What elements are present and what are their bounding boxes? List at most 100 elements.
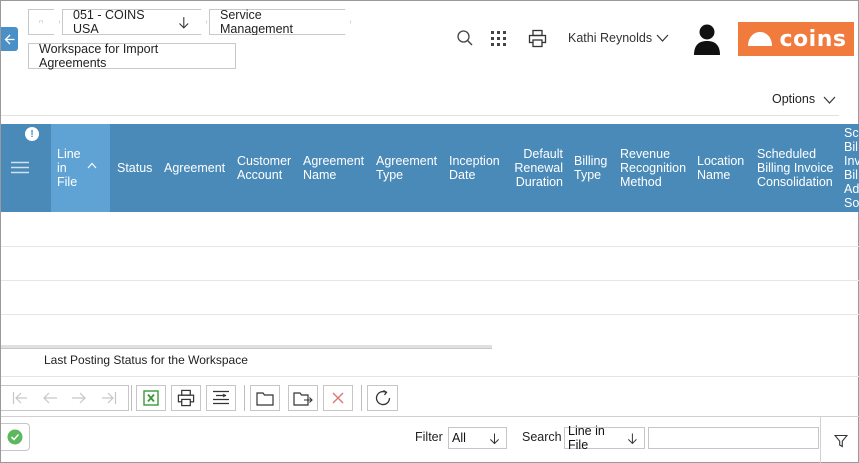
folder-arrow-icon: [293, 391, 313, 406]
table-row-divider: [1, 246, 859, 247]
search-field-value: Line in File: [568, 424, 605, 452]
column-chooser-button[interactable]: [206, 385, 236, 411]
delete-button[interactable]: [323, 385, 353, 411]
col-header-label: Location Name: [697, 154, 745, 182]
close-icon: [332, 392, 344, 404]
previous-page-icon[interactable]: [42, 391, 58, 405]
header-divider: [1, 115, 839, 116]
printer-icon: [177, 389, 195, 407]
filter-funnel-icon: [833, 434, 848, 447]
col-header-billing-type[interactable]: Billing Type: [574, 124, 607, 212]
pager-group: [1, 385, 129, 411]
export-excel-button[interactable]: [136, 385, 166, 411]
logo-text: coins: [779, 26, 847, 52]
user-silhouette-icon: [694, 24, 720, 55]
col-header-scheduled-billing-truncated[interactable]: SchBilInvBilAdSo: [844, 124, 859, 212]
search-input[interactable]: [648, 427, 819, 449]
refresh-button[interactable]: [367, 385, 398, 411]
toolbar-separator: [244, 385, 245, 411]
refresh-icon: [375, 389, 390, 406]
avatar[interactable]: [691, 22, 723, 56]
col-header-status[interactable]: Status: [117, 124, 152, 212]
posting-status-text: Last Posting Status for the Workspace: [44, 353, 248, 367]
advanced-filter-button[interactable]: [820, 417, 859, 463]
search-field-select[interactable]: Line in File: [564, 424, 645, 452]
print-grid-button[interactable]: [171, 385, 201, 411]
ok-button[interactable]: [1, 423, 30, 451]
print-button[interactable]: [528, 29, 547, 48]
arrow-down-icon: [628, 433, 638, 444]
home-frame-icon: [39, 16, 43, 28]
excel-icon: [143, 390, 159, 406]
col-header-location-name[interactable]: Location Name: [697, 124, 744, 212]
hardhat-logo-icon: [747, 32, 772, 46]
info-badge[interactable]: !: [25, 127, 39, 141]
filter-select[interactable]: All: [448, 427, 507, 449]
search-button[interactable]: [456, 29, 474, 47]
arrow-down-icon: [490, 432, 499, 444]
col-header-line-in-file[interactable]: Line in File: [51, 124, 110, 212]
printer-icon: [528, 29, 547, 48]
breadcrumb-module-label: Service Management: [220, 8, 293, 36]
col-header-scheduled-billing-invoice-consolidation[interactable]: Scheduled Billing Invoice Consolidation: [757, 124, 833, 212]
filter-select-value: All: [452, 431, 466, 445]
align-columns-icon: [213, 390, 229, 405]
check-circle-icon: [7, 429, 23, 445]
col-header-label: Revenue Recognition Method: [620, 147, 687, 189]
move-to-folder-button[interactable]: [288, 385, 318, 411]
search-label: Search: [522, 430, 562, 444]
breadcrumb-company[interactable]: 051 - COINS USA: [62, 9, 207, 35]
sort-ascending-icon: [87, 162, 97, 169]
first-page-icon[interactable]: [12, 391, 28, 405]
last-page-icon[interactable]: [101, 391, 117, 405]
arrow-down-icon: [178, 16, 190, 29]
col-header-agreement-type[interactable]: Agreement Type: [376, 124, 437, 212]
chevron-down-icon: [656, 34, 669, 42]
open-folder-button[interactable]: [250, 385, 280, 411]
horizontal-scrollbar[interactable]: [1, 345, 492, 349]
col-header-label: Agreement Type: [376, 154, 438, 182]
breadcrumb-module[interactable]: Service Management: [209, 9, 351, 35]
grid-header: ! Line in File Status Agreement Customer Ac…: [1, 124, 859, 212]
arrow-left-icon: [4, 34, 15, 44]
user-menu-toggle[interactable]: [656, 31, 669, 47]
back-tab[interactable]: [1, 27, 18, 51]
apps-button[interactable]: [490, 30, 507, 47]
col-header-label: Default Renewal Duration: [514, 147, 563, 189]
options-menu[interactable]: Options: [772, 92, 836, 106]
coins-logo: coins: [738, 22, 854, 56]
table-row-divider: [1, 280, 859, 281]
col-header-agreement[interactable]: Agreement: [164, 124, 225, 212]
col-header-label: Scheduled Billing Invoice Consolidation: [757, 147, 834, 189]
folder-icon: [256, 391, 274, 406]
toolbar-separator: [131, 385, 132, 411]
column-menu-button[interactable]: [11, 161, 29, 177]
user-name[interactable]: Kathi Reynolds: [568, 31, 652, 45]
breadcrumb-workspace-label: Workspace for Import Agreements: [39, 42, 159, 70]
next-page-icon[interactable]: [71, 391, 87, 405]
chevron-down-icon: [823, 96, 836, 104]
col-header-label: Customer Account: [237, 154, 292, 182]
grid-apps-icon: [491, 31, 506, 46]
col-header-customer-account[interactable]: Customer Account: [237, 124, 291, 212]
table-row-divider: [1, 314, 859, 315]
col-header-label: Inception Date: [449, 154, 500, 182]
breadcrumb-company-label: 051 - COINS USA: [73, 8, 145, 36]
col-header-label: Line in File: [57, 147, 81, 189]
col-header-label: Billing Type: [574, 154, 608, 182]
col-header-label: Agreement: [164, 161, 226, 175]
col-header-default-renewal-duration[interactable]: Default Renewal Duration: [513, 124, 563, 212]
breadcrumb-workspace[interactable]: Workspace for Import Agreements: [28, 42, 236, 70]
options-label: Options: [772, 92, 816, 106]
col-header-inception-date[interactable]: Inception Date: [449, 124, 500, 212]
footer-divider: [1, 416, 859, 417]
search-icon: [457, 30, 473, 46]
toolbar-separator: [361, 385, 362, 411]
col-header-label: Agreement Name: [303, 154, 365, 182]
filter-label: Filter: [415, 430, 443, 444]
col-header-label: Status: [117, 161, 153, 175]
col-header-label: SchBilInvBilAdSo: [844, 126, 859, 210]
col-header-agreement-name[interactable]: Agreement Name: [303, 124, 364, 212]
col-header-revenue-recognition-method[interactable]: Revenue Recognition Method: [620, 124, 686, 212]
breadcrumb-home[interactable]: [28, 9, 60, 35]
